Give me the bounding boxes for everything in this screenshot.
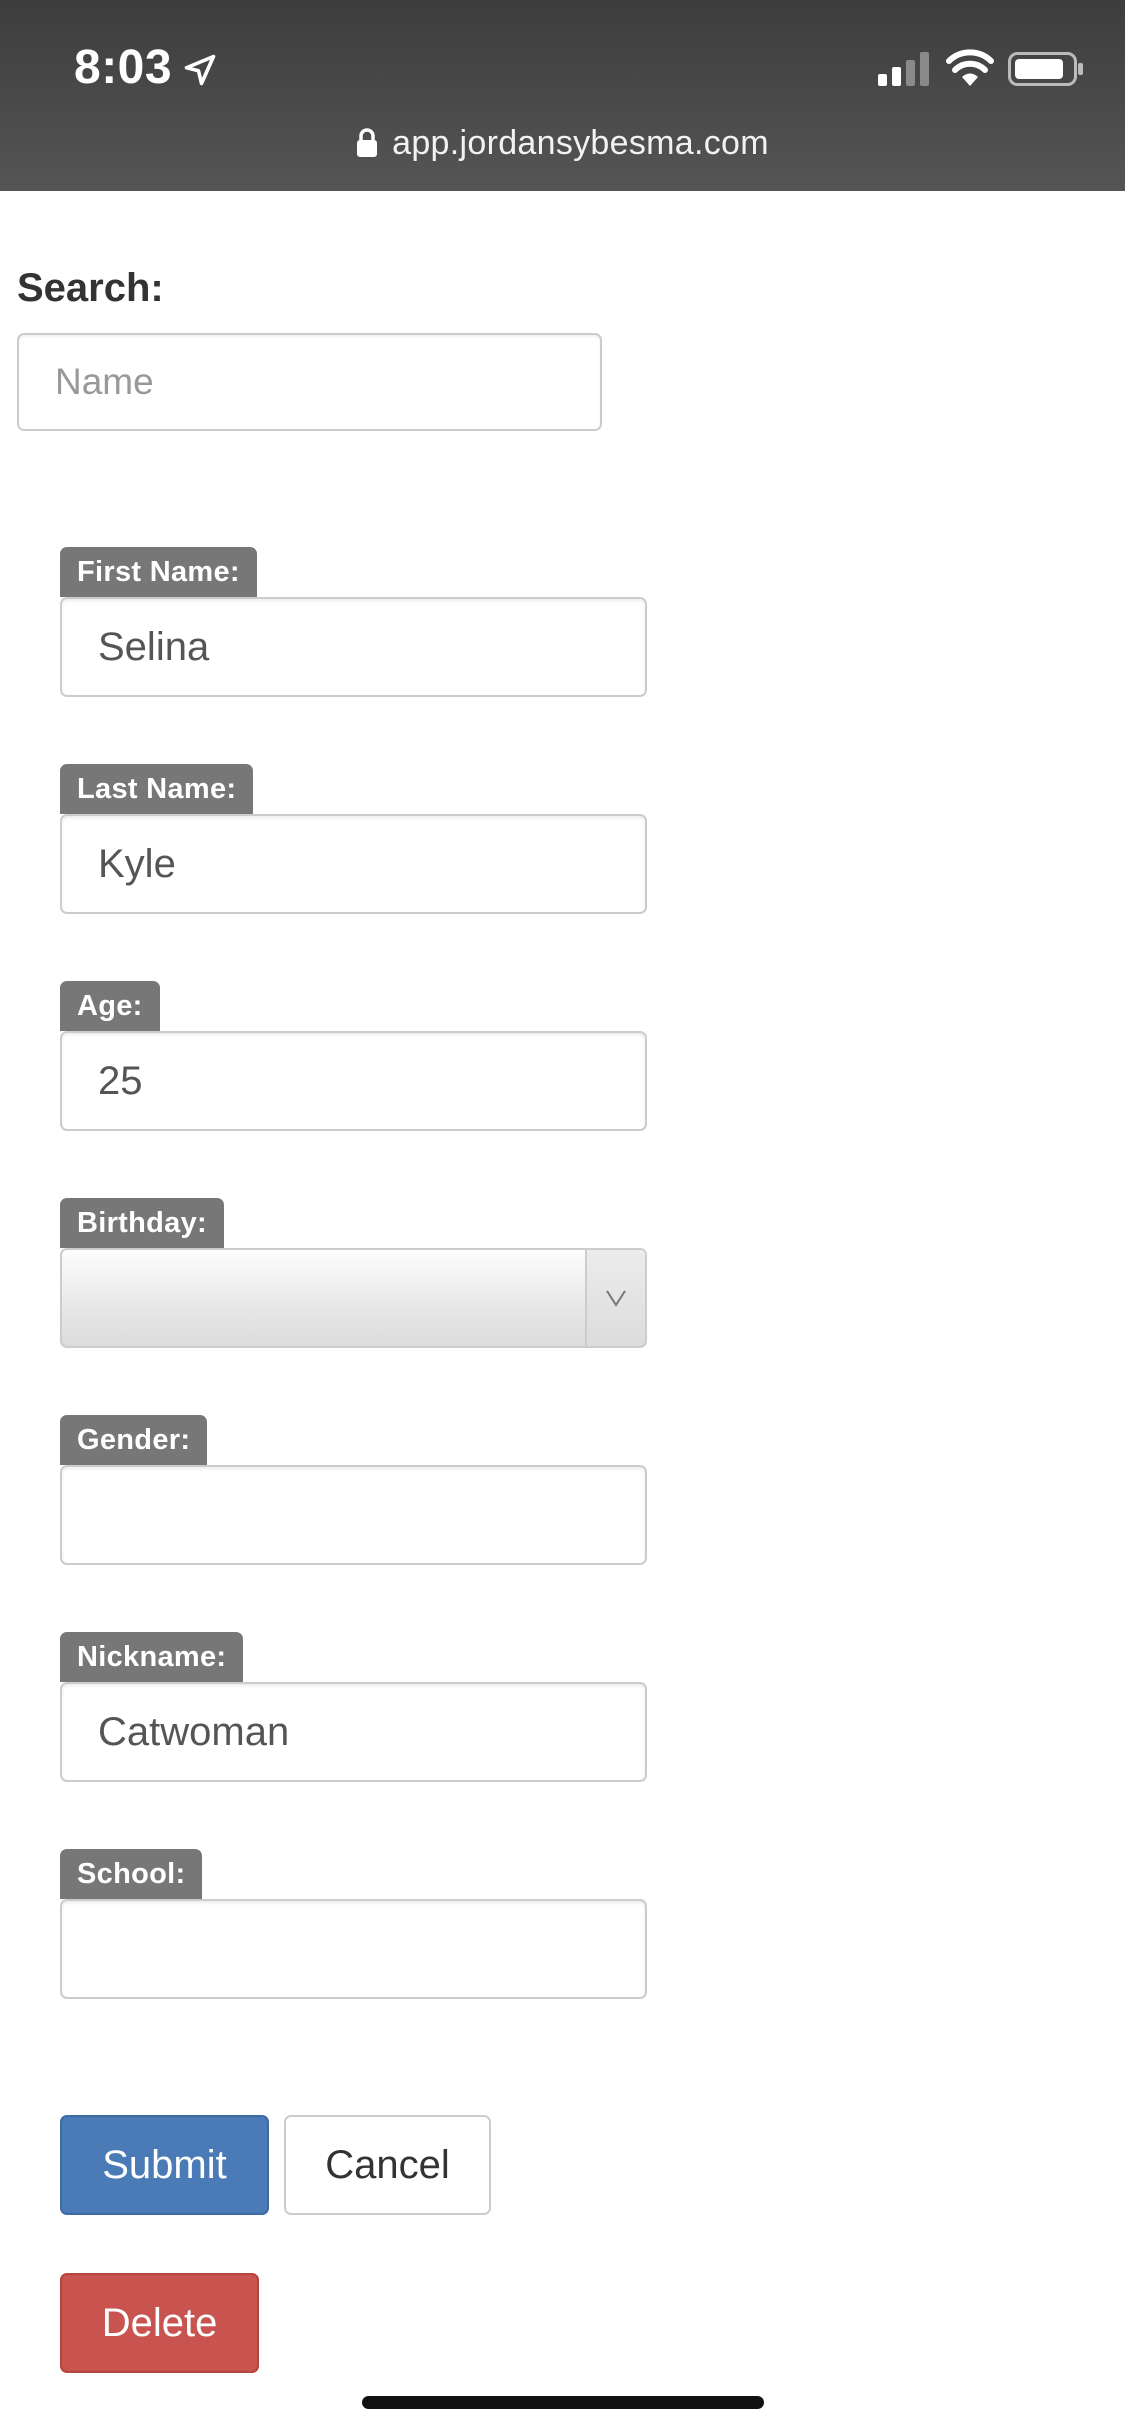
nickname-group: Nickname: [60,1632,647,1782]
birthday-label: Birthday: [60,1198,224,1248]
birthday-group: Birthday: [60,1198,647,1348]
chevron-down-icon [606,1290,626,1307]
last-name-label: Last Name: [60,764,254,814]
location-arrow-icon [184,54,216,86]
delete-button[interactable]: Delete [60,2273,259,2373]
school-label: School: [60,1849,203,1899]
last-name-input[interactable] [60,814,647,914]
age-group: Age: [60,981,647,1131]
gender-label: Gender: [60,1415,208,1465]
status-time: 8:03 [74,41,173,94]
school-group: School: [60,1849,647,1999]
first-name-input[interactable] [60,597,647,697]
address-bar[interactable]: app.jordansybesma.com [0,118,1125,168]
gender-group: Gender: [60,1415,647,1565]
birthday-select[interactable] [60,1248,647,1348]
nickname-input[interactable] [60,1682,647,1782]
age-label: Age: [60,981,160,1031]
search-label: Search: [17,266,164,310]
birthday-select-toggle[interactable] [585,1250,645,1346]
nickname-label: Nickname: [60,1632,244,1682]
url-text: app.jordansybesma.com [392,123,769,162]
first-name-group: First Name: [60,547,647,697]
search-input[interactable] [17,333,602,431]
cancel-button[interactable]: Cancel [284,2115,491,2215]
home-indicator[interactable] [362,2396,764,2409]
last-name-group: Last Name: [60,764,647,914]
browser-header: 8:03 app.jordansybesma.com [0,0,1125,191]
school-input[interactable] [60,1899,647,1999]
battery-icon [1008,52,1083,86]
signal-icon [878,52,929,86]
age-input[interactable] [60,1031,647,1131]
lock-icon [357,128,378,157]
wifi-icon [946,49,994,86]
submit-button[interactable]: Submit [60,2115,269,2215]
gender-input[interactable] [60,1465,647,1565]
first-name-label: First Name: [60,547,257,597]
